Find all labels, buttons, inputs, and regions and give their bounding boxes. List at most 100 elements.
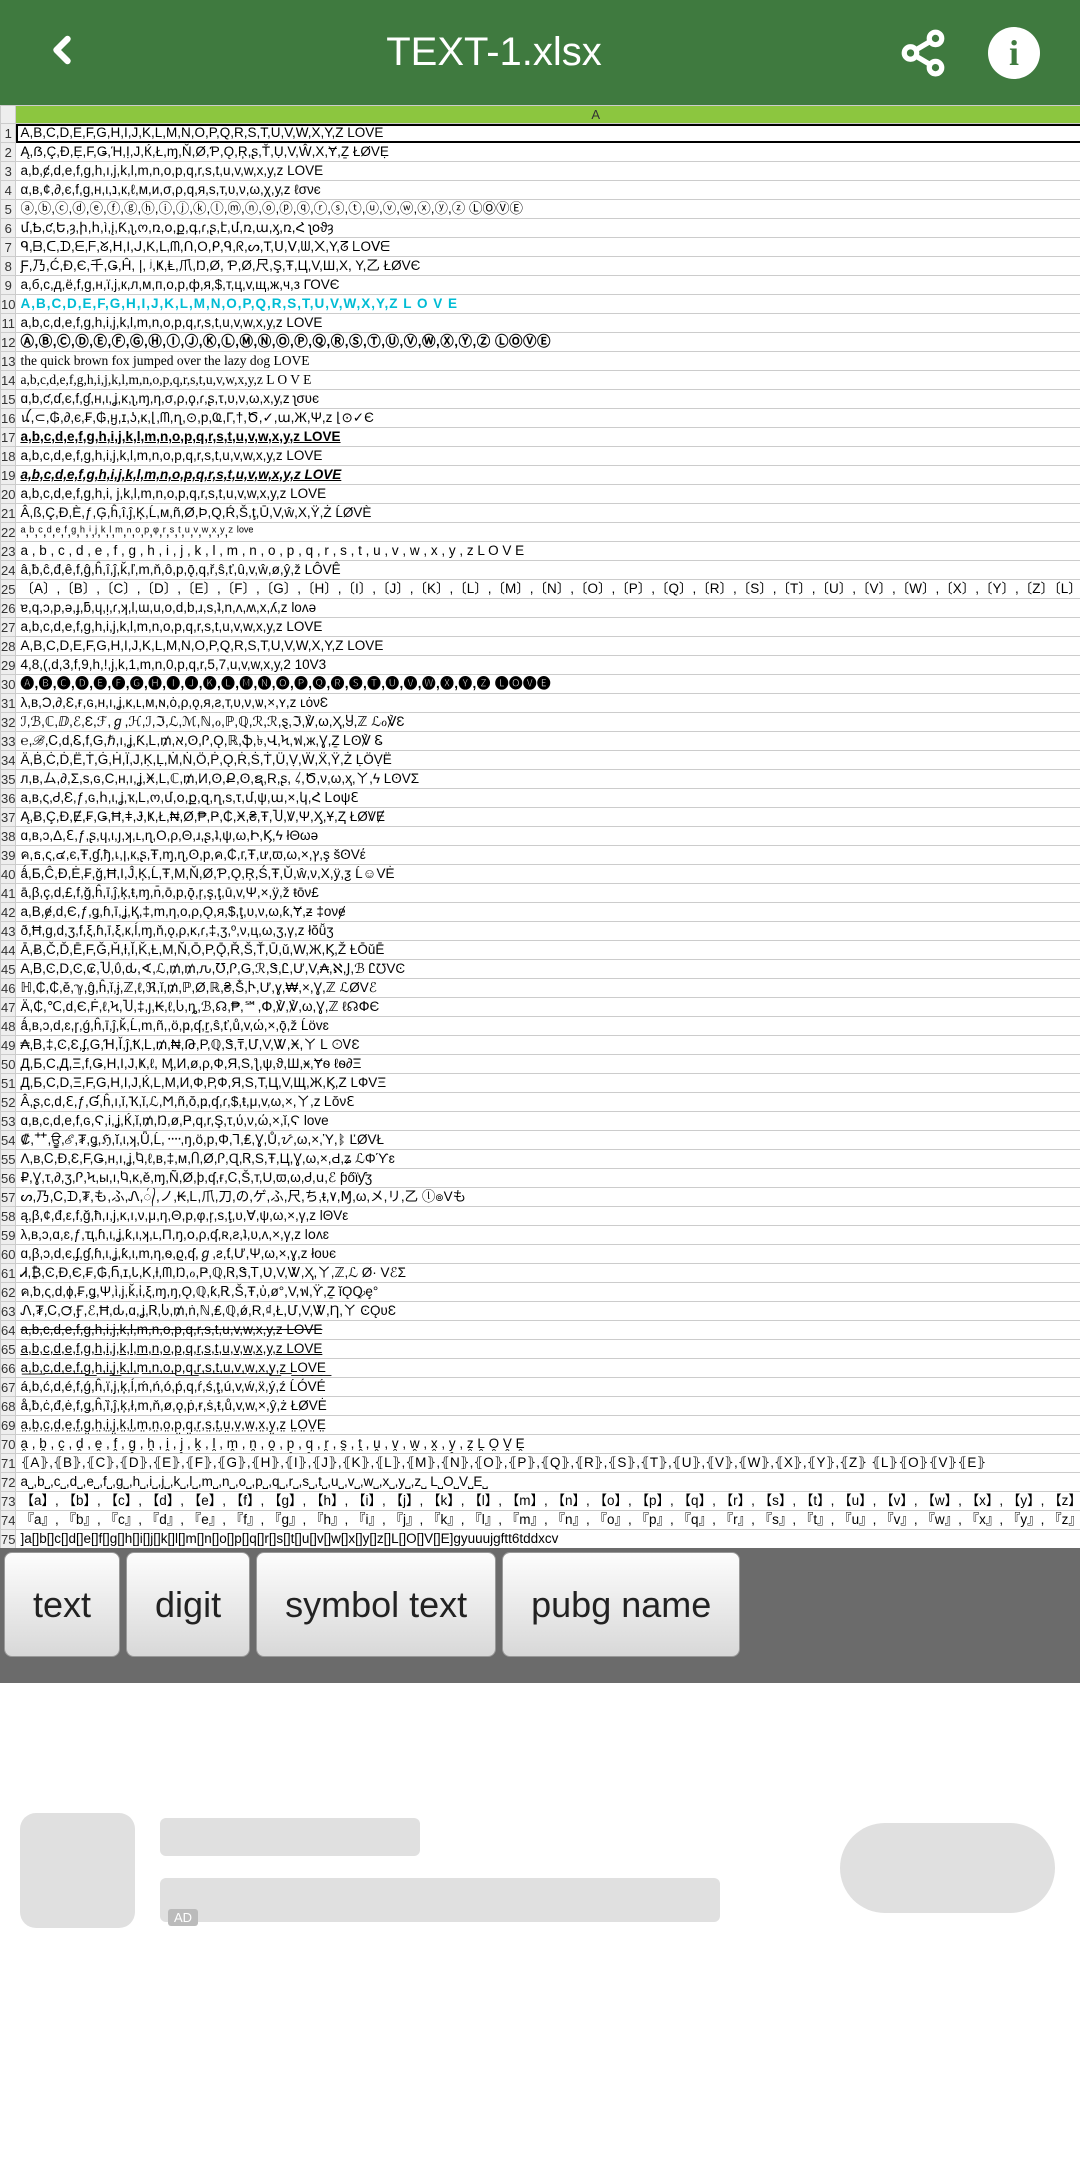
row-header[interactable]: 32 xyxy=(1,713,16,732)
cell[interactable]: Λ,ʙ,Ꮯ,Đ,Ɛ,F,Ǥ,н,ı,ʝ,Ⴉ,ℓ,в,‡,м,Ⴖ,Ø,Ꮅ,Ɋ,Ꮢ,… xyxy=(16,1150,1080,1169)
row-header[interactable]: 45 xyxy=(1,960,16,979)
row-header[interactable]: 42 xyxy=(1,903,16,922)
cell[interactable]: Ā,Ƀ,Č,Ď,Ē,F,Ǧ,Ȟ,ƚ,Ǐ,Ǩ,Ƚ,M,Ň,Ō,P,Ǭ,Ř,Š,Ť,… xyxy=(16,941,1080,960)
cell[interactable]: a,b,c,d,e,f,g,h,i,j,k,l,m,n,o,p,q,r,s,t,… xyxy=(16,618,1080,637)
back-button[interactable] xyxy=(40,19,90,86)
row-header[interactable]: 34 xyxy=(1,751,16,770)
row-header[interactable]: 2 xyxy=(1,143,16,162)
cell[interactable]: Â,ß,Ç,Ð,È,ƒ,Ģ,ĥ,î,ĵ,Ķ,Ĺ,м,ñ,Ø,Þ,Q,Ŕ,Š,ţ,… xyxy=(16,504,1080,523)
row-header[interactable]: 22 xyxy=(1,523,16,542)
row-header[interactable]: 50 xyxy=(1,1055,16,1074)
row-header[interactable]: 6 xyxy=(1,219,16,238)
cell[interactable]: ɑ,ƅ,ƈ,ɗ,є,f,ɠ,н,ι,ʝ,κ,ʅ,ɱ,η,σ,ρ,ϙ,ɾ,ʂ,τ,… xyxy=(16,390,1080,409)
row-header[interactable]: 69 xyxy=(1,1416,16,1435)
info-icon[interactable]: i xyxy=(988,27,1040,79)
corner-cell[interactable] xyxy=(1,106,16,124)
row-header[interactable]: 51 xyxy=(1,1074,16,1093)
row-header[interactable]: 52 xyxy=(1,1093,16,1112)
row-header[interactable]: 53 xyxy=(1,1112,16,1131)
row-header[interactable]: 40 xyxy=(1,865,16,884)
cell[interactable]: ǻ,Ƃ,Ĉ,Đ,Ė,₣,ǧ,Ħ,I,Ĵ,Ķ,Ĺ,Ŧ,M,Ň,Ø,Ƥ,Ǫ,Ŗ,Ś,… xyxy=(16,865,1080,884)
cell[interactable]: a,b,c,d,e,f,g,h,i,j,k,l,m,n,o,p,q,r,s,t,… xyxy=(16,371,1080,390)
row-header[interactable]: 58 xyxy=(1,1207,16,1226)
cell[interactable]: ᵃ,ᵇ,ᶜ,ᵈ,ᵉ,ᶠ,ᵍ,ʰ,ⁱ,ʲ,ᵏ,ˡ,ᵐ,ⁿ,ᵒ,ᵖ,ᵠ,ʳ,ˢ,ᵗ,… xyxy=(16,523,1080,542)
row-header[interactable]: 57 xyxy=(1,1188,16,1207)
cell[interactable]: ð,Ħ,g,d,ʒ,f,ξ,ɦ,ī,ξ,к,ĺ,ɱ,ň,ǫ,ρ,ᴋ,ɾ,‡,ʒ,… xyxy=(16,922,1080,941)
cell[interactable]: 🅐,🅑,🅒,🅓,🅔,🅕,🅖,🅗,🅘,🅙,🅚,🅛,🅜,🅝,🅞,🅟,🅠,🅡,🅢,🅣,… xyxy=(16,675,1080,694)
row-header[interactable]: 71 xyxy=(1,1454,16,1473)
cell[interactable]: ą,β,¢,đ,ε,f,ğ,ħ,ı,j,κ,ı,ν,μ,η,Θ,p,φ,ŗ,s,… xyxy=(16,1207,1080,1226)
row-header[interactable]: 54 xyxy=(1,1131,16,1150)
row-header[interactable]: 5 xyxy=(1,200,16,219)
row-header[interactable]: 26 xyxy=(1,599,16,618)
row-header[interactable]: 23 xyxy=(1,542,16,561)
row-header[interactable]: 1 xyxy=(1,124,16,143)
cell[interactable]: ]a[]b[]c[]d[]e[]f[]g[]h[]i[]j[]k[]l[]m[]… xyxy=(16,1530,1080,1549)
cell[interactable]: Ą,Ƀ,Ç,Đ,Ɇ,₣,Ǥ,Ħ,ǂ,Ɉ,Ҝ,Ł,₦,Ø,₱,Ҏ,₵,Ӿ,₴,Ŧ,… xyxy=(16,808,1080,827)
cell[interactable]: ɑ,ʙ,ɔ,Δ,ℇ,ƒ,ʂ,ɥ,ι,յ,ʞ,ʟ,ɳ,O,ρ,Θ,ɹ,ʂ,ʇ,ψ,… xyxy=(16,827,1080,846)
cell[interactable]: ₡,⺿,ਊ,ℰ,₮,ǥ,ℌ,ĭ,ι,ʞ,Ǖ,Ĺ,᠁,ŋ,ö,p,Φ,⅂,₤,Ɣ,… xyxy=(16,1131,1080,1150)
cell[interactable]: a,ʙ,ς,Ꮷ,ℇ,ƒ,ɢ,հ,ι,ʝ,ҡ,Ꮮ,ო,մ,օ,ք,զ,ղ,s,τ,… xyxy=(16,789,1080,808)
row-header[interactable]: 33 xyxy=(1,732,16,751)
share-icon[interactable] xyxy=(898,28,948,78)
row-header[interactable]: 60 xyxy=(1,1245,16,1264)
row-header[interactable]: 75 xyxy=(1,1530,16,1549)
cell[interactable]: a,b,c,d,e,f,g,h,i,j,k,l,m,n,o,p,q,r,s,t,… xyxy=(16,447,1080,466)
cell[interactable]: ℐ,ℬ,ℂ,ⅅ,ℰ,Ɛ,ℱ,ℊ,ℋ,ℐ,ℑ,ℒ,ℳ,ℕ,ℴ,ℙ,ℚ,ℛ,ℛ,ȿ,… xyxy=(16,713,1080,732)
row-header[interactable]: 29 xyxy=(1,656,16,675)
tab-text[interactable]: text xyxy=(4,1552,120,1657)
cell[interactable]: A,B,C,D,E,F,G,H,I,J,K,L,M,N,O,P,Q,R,S,T,… xyxy=(16,124,1080,143)
cell[interactable]: ǻ,в,ɔ,d,ɛ,ɼ,ǵ,ĥ,ī,ĵ,ǩ,Ĺ,m,ñ,,ö,ҏ,ʠ,ṟ,ŝ,ť… xyxy=(16,1017,1080,1036)
cell[interactable]: ℍ,₵,₵,ĕ,ℽ,ĝ,ĥ,ǐ,ɉ,ℤ,ℓ,ℜ,ǐ,₥,ℙ,Ø,ℝ,₴,Ṧ,Ⴡ,… xyxy=(16,979,1080,998)
cell[interactable]: a,b,c,d,e,f,g,h,i,j,k,l,m,n,o,p,q,r,s,t,… xyxy=(16,428,1080,447)
row-header[interactable]: 47 xyxy=(1,998,16,1017)
cell[interactable]: â,ƀ,ĉ,đ,ê,f,ĝ,ĥ,î,ĵ,ǩ,ľ,m,ň,ô,p,ǭ,q,ř,ŝ,… xyxy=(16,561,1080,580)
cell[interactable]: 【a】, 【b】, 【c】, 【d】, 【e】, 【f】, 【g】, 【h】, … xyxy=(16,1492,1080,1511)
cell[interactable]: a,b,c,d,e,f,g,h,i, j,k,l,m,n,o,p,q,r,s,t… xyxy=(16,485,1080,504)
cell[interactable]: ค,ƅ,ς,d,ɸ,₣,ǥ,Ψ,ὶ,j,ǩ,ἰ,ξ,ɱ,ŋ,Ǫ,ℚ,ƙ,Ꭱ,Š,… xyxy=(16,1283,1080,1302)
row-header[interactable]: 28 xyxy=(1,637,16,656)
row-header[interactable]: 49 xyxy=(1,1036,16,1055)
cell[interactable]: ꪊ,⊂,₲,∂,є,₣,₲,ӈ,ɪ,ʖ,ĸ,⌊,ᗰ,ղ,⊙,p,Ҩ,Γ,†,Ծ,… xyxy=(16,409,1080,428)
cell[interactable]: 4,8,(,d,3,f,9,h,!,j,k,1,m,n,0,p,q,r,5,7,… xyxy=(16,656,1080,675)
row-header[interactable]: 12 xyxy=(1,333,16,352)
tab-pubg-name[interactable]: pubg name xyxy=(502,1552,740,1657)
cell[interactable]: л,ʙ,ム,∂,Σ,ѕ,ɢ,Ϲ,ʜ,ı,ʝ,Ӿ,L,ℂ,₥,И,ʘ,Ք,ʘ,ຊ,… xyxy=(16,770,1080,789)
cell[interactable]: ɐ,q,ɔ,p,ǝ,ɟ,ƃ,ɥ,ᴉ,ɾ,ʞ,l,ɯ,u,o,d,b,ɹ,s,ʇ,… xyxy=(16,599,1080,618)
cell[interactable]: 〔A〕,〔B〕,〔C〕,〔D〕,〔E〕,〔F〕,〔G〕,〔H〕,〔I〕,〔J〕,… xyxy=(16,580,1080,599)
tab-symbol-text[interactable]: symbol text xyxy=(256,1552,496,1657)
cell[interactable]: a͟,b͟,c͟,d͟,e͟,f͟,g͟,h͟,i͟,j͟,k͟,l͟,m͟,n… xyxy=(16,1359,1080,1378)
cell[interactable]: A,B,C,D,E,F,G,H,I,J,K,L,M,N,O,P,Q,R,S,T,… xyxy=(16,295,1080,314)
cell[interactable]: ā,β,ç,d,£,f,ğ,ĥ,ī,ĵ,ķ,ŧ,ɱ,n̄,ō,p,ǭ,ŗ,ş,ţ… xyxy=(16,884,1080,903)
cell[interactable]: Д,Б,С,D,Ξ,F,G,Н,І,Ј,Ќ,L,М,И,Ф,Р,Ф,Я,Ѕ,Т,… xyxy=(16,1074,1080,1093)
cell[interactable]: å,ƀ,ċ,đ,ė,f,ǥ,ĥ,ȉ,ĵ,ķ,ł,m,ň,ø,ǫ,ṗ,ɍ,ṡ,ŧ,… xyxy=(16,1397,1080,1416)
row-header[interactable]: 20 xyxy=(1,485,16,504)
row-header[interactable]: 41 xyxy=(1,884,16,903)
cell[interactable]: a , b , c , d , e , f , g , h , i , j , … xyxy=(16,542,1080,561)
row-header[interactable]: 65 xyxy=(1,1340,16,1359)
row-header[interactable]: 56 xyxy=(1,1169,16,1188)
row-header[interactable]: 38 xyxy=(1,827,16,846)
row-header[interactable]: 9 xyxy=(1,276,16,295)
row-header[interactable]: 18 xyxy=(1,447,16,466)
cell[interactable]: α,в,¢,∂,є,f,g,н,ι,נ,к,ℓ,м,и,σ,ρ,q,я,s,т,… xyxy=(16,181,1080,200)
cell[interactable]: ⦃A⦄,⦃B⦄,⦃C⦄,⦃D⦄,⦃E⦄,⦃F⦄,⦃G⦄,⦃H⦄,⦃I⦄,⦃J⦄,… xyxy=(16,1454,1080,1473)
col-header-A[interactable]: A xyxy=(16,106,1080,124)
cell[interactable]: A,B,C,D,E,F,G,H,I,J,K,L,M,N,O,P,Q,R,S,T,… xyxy=(16,637,1080,656)
row-header[interactable]: 44 xyxy=(1,941,16,960)
row-header[interactable]: 14 xyxy=(1,371,16,390)
cell[interactable]: а,б,с,д,ё,f,g,н,ї,ј,к,л,м,п,о,р,ф,я,$,т,… xyxy=(16,276,1080,295)
row-header[interactable]: 4 xyxy=(1,181,16,200)
row-header[interactable]: 15 xyxy=(1,390,16,409)
cell[interactable]: the quick brown fox jumped over the lazy… xyxy=(16,352,1080,371)
cell[interactable]: λ,ʙ,Ɔ,∂,Ɛ,ғ,ɢ,ʜ,ı,ʝ,ĸ,ʟ,м,ɴ,ȯ,ρ,ǫ,я,ƨ,т,… xyxy=(16,694,1080,713)
cell[interactable]: a,b,c,d,e,f,g,h,i,j,k,l,m,n,o,p,q,r,s,t,… xyxy=(16,1321,1080,1340)
row-header[interactable]: 13 xyxy=(1,352,16,371)
cell[interactable]: A,Ᏼ,Ͼ,D,Ͼ,₢,Ⴎ,ΰ,ԃ,∢,ℒ,₥,₥,ԉ,℧,Ꮅ,G,ℛ,Ꮥ,Ꮭ,… xyxy=(16,960,1080,979)
cell[interactable]: a,b,c,d,e,f,g,h,i,j,k,l,m,n,o,p,q,r,s,t,… xyxy=(16,1340,1080,1359)
row-header[interactable]: 25 xyxy=(1,580,16,599)
cell[interactable]: a,Β,ɇ,d,Є,ƒ,ǥ,ɦ,ī,ʝ,Қ,‡,m,η,ο,ρ,Ǫ,я,$,ţ,… xyxy=(16,903,1080,922)
cell[interactable]: ⓐ,ⓑ,ⓒ,ⓓ,ⓔ,ⓕ,ⓖ,ⓗ,ⓘ,ⓙ,ⓚ,ⓛ,ⓜ,ⓝ,ⓞ,ⓟ,ⓠ,ⓡ,ⓢ,ⓣ,… xyxy=(16,200,1080,219)
cell[interactable]: 『a』, 『b』, 『c』, 『d』, 『e』, 『f』, 『g』, 『h』, … xyxy=(16,1511,1080,1530)
cell[interactable]: a,b,ȼ,d,e,f,g,h,ı,j,k,l,m,n,o,p,q,r,s,t,… xyxy=(16,162,1080,181)
